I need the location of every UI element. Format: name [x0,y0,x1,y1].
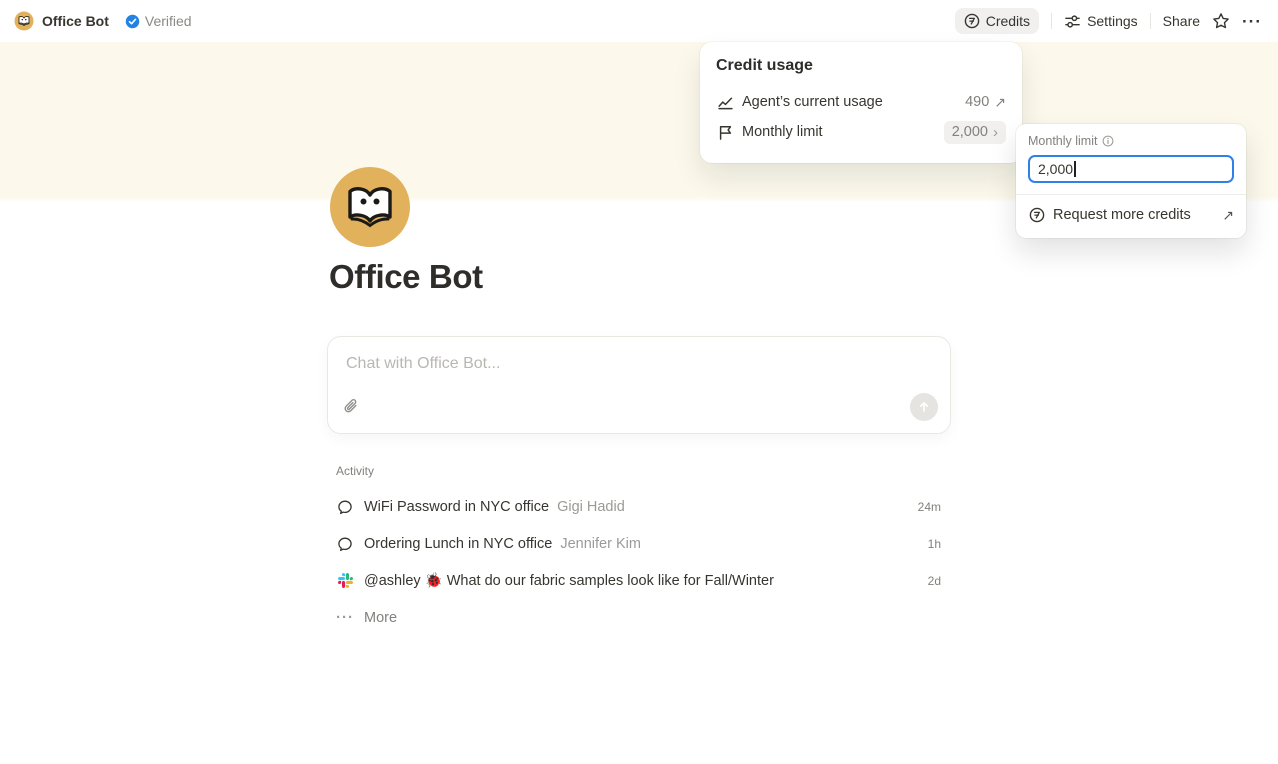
share-button-label: Share [1163,13,1200,29]
page-title: Office Bot [329,258,483,296]
paperclip-icon [342,398,359,415]
settings-sliders-icon [1064,13,1081,30]
activity-time: 24m [918,500,941,514]
popover-divider [1016,194,1246,195]
activity-more-button[interactable]: ··· More [327,599,951,636]
activity-title: WiFi Password in NYC office [364,499,549,515]
monthly-limit-input[interactable]: 2,000 [1028,155,1234,183]
credits-button-label: Credits [986,13,1030,29]
send-message-button[interactable] [910,393,938,421]
request-more-credits-button[interactable]: Request more credits ↗ [1028,203,1234,227]
monthly-limit-label-row: Monthly limit [1028,134,1234,148]
request-more-credits-label: Request more credits [1053,207,1191,223]
credit-usage-title: Credit usage [716,57,1006,75]
monthly-limit-row[interactable]: Monthly limit 2,000 › [716,117,1006,147]
favorite-star-button[interactable] [1212,12,1230,30]
usage-value: 490 ↗ [965,94,1006,111]
top-bar-left: Office Bot Verified [14,11,192,31]
activity-section: Activity WiFi Password in NYC office Gig… [327,464,951,636]
chevron-right-icon: › [993,124,998,141]
top-bar-right: Credits Settings Share ··· [955,8,1262,34]
arrow-up-right-icon: ↗ [994,94,1006,111]
activity-author: Gigi Hadid [557,499,625,515]
activity-title: Ordering Lunch in NYC office [364,536,552,552]
slack-icon [337,573,353,588]
settings-button-label: Settings [1087,13,1138,29]
top-bar-divider [1150,13,1151,29]
chat-bubble-icon [337,536,353,552]
activity-row-ordering-lunch[interactable]: Ordering Lunch in NYC office Jennifer Ki… [327,525,951,562]
credits-icon [964,13,980,29]
share-button[interactable]: Share [1163,13,1200,29]
text-caret [1074,161,1076,177]
chat-input-placeholder: Chat with Office Bot... [346,355,500,373]
activity-time: 1h [928,537,941,551]
monthly-limit-value-chip[interactable]: 2,000 › [944,121,1006,144]
activity-row-wifi-password[interactable]: WiFi Password in NYC office Gigi Hadid 2… [327,488,951,525]
chat-input-card[interactable]: Chat with Office Bot... [327,336,951,434]
usage-row-label: Agent’s current usage [742,94,883,110]
monthly-limit-popover: Monthly limit 2,000 Request more credits… [1016,124,1246,238]
top-bar-divider [1051,13,1052,29]
activity-author: Jennifer Kim [560,536,641,552]
activity-more-label: More [364,610,397,626]
verified-check-icon [125,14,140,29]
agent-book-avatar-large[interactable] [330,167,410,247]
ellipsis-icon: ··· [1242,13,1262,30]
credits-icon [1028,207,1046,223]
monthly-limit-label: Monthly limit [1028,134,1097,148]
attach-file-button[interactable] [342,398,359,420]
activity-time: 2d [928,574,941,588]
verified-badge-wrap: Verified [125,13,192,29]
limit-row-label: Monthly limit [742,124,823,140]
agent-current-usage-row[interactable]: Agent’s current usage 490 ↗ [716,87,1006,117]
activity-heading: Activity [327,464,951,478]
chat-bubble-icon [337,499,353,515]
more-ellipsis-icon: ··· [337,610,353,625]
credits-button[interactable]: Credits [955,8,1039,34]
star-icon [1212,12,1230,30]
credit-usage-popover: Credit usage Agent’s current usage 490 ↗… [700,42,1022,163]
arrow-up-right-icon: ↗ [1222,207,1234,224]
info-icon [1102,135,1114,147]
arrow-up-icon [917,400,931,414]
verified-label: Verified [145,13,192,29]
more-options-button[interactable]: ··· [1242,13,1262,30]
flag-icon [716,124,734,141]
top-bar-app-title: Office Bot [42,13,109,29]
agent-page: Office Bot Verified Credits [0,0,1278,764]
monthly-limit-input-value: 2,000 [1038,161,1073,177]
activity-row-slack-fabric-samples[interactable]: @ashley 🐞 What do our fabric samples loo… [327,562,951,599]
settings-button[interactable]: Settings [1064,13,1138,30]
top-bar: Office Bot Verified Credits [0,0,1278,42]
line-chart-icon [716,94,734,111]
agent-book-avatar-small [14,11,34,31]
activity-title: @ashley 🐞 What do our fabric samples loo… [364,572,774,589]
